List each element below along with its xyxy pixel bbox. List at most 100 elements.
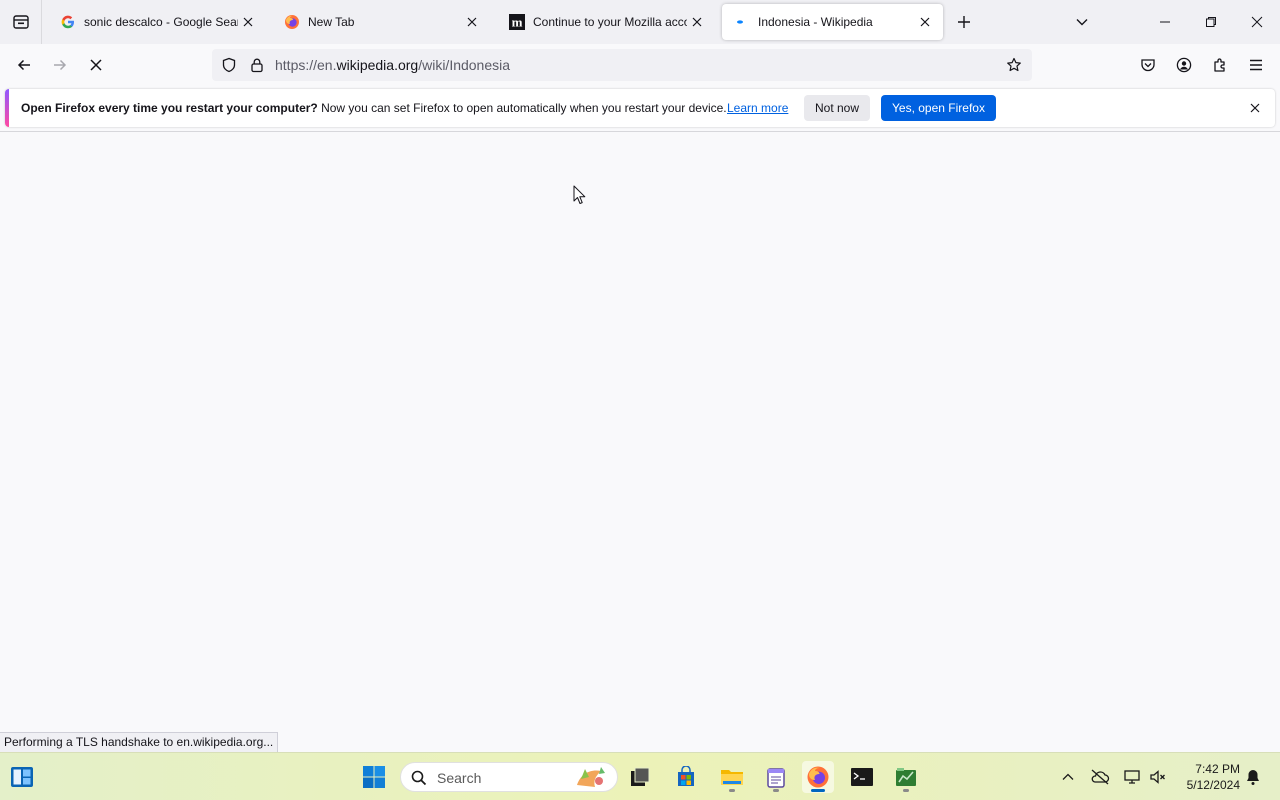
speaker-muted-icon xyxy=(1150,770,1165,784)
windows-logo-icon xyxy=(363,766,385,788)
chevron-down-icon xyxy=(1076,19,1088,26)
tracking-protection-icon[interactable] xyxy=(220,56,238,74)
search-placeholder: Search xyxy=(437,770,482,786)
google-icon xyxy=(60,14,76,30)
stop-icon xyxy=(90,59,102,71)
notifications-button[interactable] xyxy=(1243,767,1263,787)
firefox-view-button[interactable] xyxy=(0,0,42,44)
notification-bell-icon xyxy=(1247,770,1259,785)
notification-accent xyxy=(5,89,9,127)
minimize-icon xyxy=(1160,21,1170,23)
url-path: /wiki/Indonesia xyxy=(418,57,511,73)
start-button[interactable] xyxy=(358,761,390,793)
tab-title: Indonesia - Wikipedia xyxy=(758,15,873,29)
widgets-icon xyxy=(11,767,33,787)
firefox-icon xyxy=(807,766,829,788)
tab-google-search[interactable]: sonic descalco - Google Search xyxy=(48,4,266,40)
close-icon xyxy=(1251,16,1263,28)
learn-more-link[interactable]: Learn more xyxy=(727,101,788,115)
taskbar-notepad[interactable] xyxy=(760,761,792,793)
url-text[interactable]: https://en.wikipedia.org/wiki/Indonesia xyxy=(275,57,510,73)
puzzle-icon xyxy=(1214,58,1225,72)
taskbar-app[interactable] xyxy=(890,761,922,793)
tab-title: New Tab xyxy=(308,15,355,29)
tab-new-tab[interactable]: New Tab xyxy=(272,4,490,40)
terminal-icon xyxy=(851,768,873,786)
svg-text:m: m xyxy=(512,15,523,30)
taskbar-file-explorer[interactable] xyxy=(716,761,748,793)
hamburger-menu-icon xyxy=(1250,59,1262,71)
search-icon xyxy=(411,770,427,786)
taskbar-terminal[interactable] xyxy=(846,761,878,793)
close-icon[interactable] xyxy=(915,12,935,32)
tab-title: Continue to your Mozilla accou xyxy=(533,15,687,29)
volume-tray-button[interactable] xyxy=(1148,767,1168,787)
lock-icon[interactable] xyxy=(248,56,266,74)
taskbar-task-view[interactable] xyxy=(624,761,656,793)
mozilla-icon: m xyxy=(509,14,525,30)
close-icon[interactable] xyxy=(462,12,482,32)
url-domain: wikipedia.org xyxy=(336,57,419,73)
close-icon[interactable] xyxy=(1247,100,1263,116)
mouse-cursor-icon xyxy=(573,185,586,204)
taskbar-firefox[interactable] xyxy=(802,761,834,793)
firefox-icon xyxy=(284,14,300,30)
url-prefix: https://en. xyxy=(275,57,337,73)
notepad-icon xyxy=(767,768,785,788)
chevron-up-icon xyxy=(1062,773,1074,780)
notification-text: Open Firefox every time you restart your… xyxy=(21,101,727,115)
app-menu-button[interactable] xyxy=(1244,53,1268,77)
account-icon xyxy=(1176,57,1192,73)
tab-mozilla-account[interactable]: m Continue to your Mozilla accou xyxy=(497,4,715,40)
account-button[interactable] xyxy=(1172,53,1196,77)
clock-time: 7:42 PM xyxy=(1195,762,1240,776)
url-bar[interactable]: https://en.wikipedia.org/wiki/Indonesia xyxy=(212,49,1032,81)
window-close-button[interactable] xyxy=(1234,0,1280,44)
forward-button[interactable] xyxy=(46,51,74,79)
taskbar-search-box[interactable]: Search xyxy=(400,762,618,792)
cloud-offline-icon xyxy=(1091,769,1110,785)
folder-icon xyxy=(721,770,743,785)
loading-dot-icon xyxy=(734,14,750,30)
chart-app-icon xyxy=(896,768,916,786)
pocket-button[interactable] xyxy=(1136,53,1160,77)
show-hidden-icons-button[interactable] xyxy=(1058,767,1078,787)
not-now-button[interactable]: Not now xyxy=(804,95,871,121)
running-indicator xyxy=(729,789,735,792)
network-icon xyxy=(1124,770,1140,784)
yes-open-firefox-button[interactable]: Yes, open Firefox xyxy=(881,95,996,121)
store-icon xyxy=(678,766,694,786)
firefox-view-icon xyxy=(12,15,29,29)
running-indicator xyxy=(811,789,825,792)
tab-title: sonic descalco - Google Search xyxy=(84,15,238,29)
minimize-button[interactable] xyxy=(1142,0,1188,44)
navigation-toolbar: https://en.wikipedia.org/wiki/Indonesia xyxy=(0,44,1280,86)
new-tab-button[interactable] xyxy=(952,10,976,34)
tab-strip: sonic descalco - Google Search New Tab m… xyxy=(0,0,1280,44)
close-icon[interactable] xyxy=(238,12,258,32)
extensions-button[interactable] xyxy=(1208,53,1232,77)
page-content[interactable] xyxy=(0,132,1280,752)
restore-icon xyxy=(1206,17,1216,27)
tab-indonesia-wikipedia[interactable]: Indonesia - Wikipedia xyxy=(722,4,943,40)
pocket-icon xyxy=(1141,59,1155,72)
back-button[interactable] xyxy=(10,51,38,79)
taskbar-microsoft-store[interactable] xyxy=(670,761,702,793)
notification-bar: Open Firefox every time you restart your… xyxy=(5,89,1275,127)
restore-button[interactable] xyxy=(1188,0,1234,44)
onedrive-tray-button[interactable] xyxy=(1090,767,1110,787)
arrow-left-icon xyxy=(17,59,30,71)
close-icon[interactable] xyxy=(687,12,707,32)
stop-button[interactable] xyxy=(82,51,110,79)
task-view-icon xyxy=(631,767,650,786)
bookmark-star-icon[interactable] xyxy=(1004,55,1024,75)
network-tray-button[interactable] xyxy=(1122,767,1142,787)
taskbar-clock[interactable]: 7:42 PM 5/12/2024 xyxy=(1176,761,1240,793)
arrow-right-icon xyxy=(54,59,67,71)
running-indicator xyxy=(773,789,779,792)
widgets-button[interactable] xyxy=(6,761,38,793)
list-all-tabs-button[interactable] xyxy=(1070,10,1094,34)
clock-date: 5/12/2024 xyxy=(1186,778,1240,792)
notification-title: Open Firefox every time you restart your… xyxy=(21,101,318,115)
taskbar: Search 7:42 PM 5/12/2024 xyxy=(0,752,1280,800)
